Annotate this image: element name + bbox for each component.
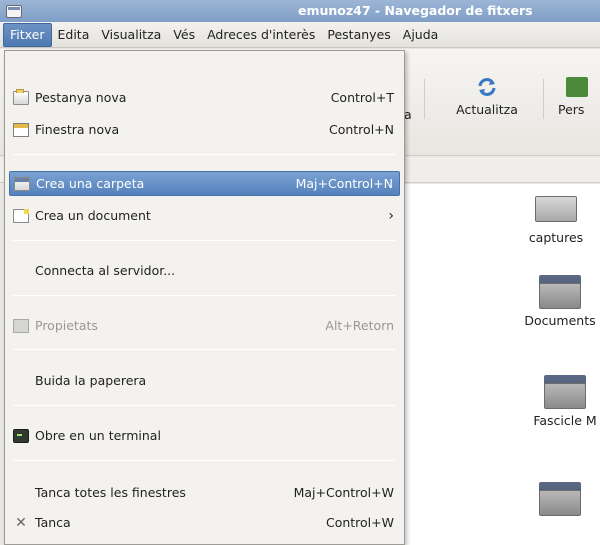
toolbar-partial-label: a — [404, 107, 412, 122]
menu-view[interactable]: Visualitza — [95, 22, 167, 48]
window-icon[interactable] — [6, 4, 22, 18]
document-icon — [13, 208, 29, 223]
terminal-icon — [13, 428, 29, 443]
reload-label: Actualitza — [456, 102, 518, 117]
menu-item-label: Buida la paperera — [35, 373, 147, 388]
properties-icon — [13, 318, 29, 333]
file-item-fascicle[interactable]: Fascicle M — [485, 375, 600, 428]
menu-item-label: Finestra nova — [35, 122, 120, 137]
menu-item-label: Crea una carpeta — [36, 176, 145, 191]
menu-item-connect-server[interactable]: Connecta al servidor... — [9, 258, 400, 283]
next-button[interactable]: Pers — [558, 77, 600, 117]
menu-item-accel: Maj+Control+N — [295, 176, 393, 191]
menu-item-new-window[interactable]: Finestra nova Control+N — [9, 117, 400, 142]
next-label: Pers — [558, 102, 585, 117]
file-label: Fascicle M — [533, 413, 597, 428]
menu-go[interactable]: Vés — [167, 22, 201, 48]
menu-separator — [13, 154, 396, 155]
menu-item-close-all[interactable]: Tanca totes les finestres Maj+Control+W — [9, 480, 400, 505]
menu-item-label: Propietats — [35, 318, 98, 333]
menu-item-new-tab[interactable]: Pestanya nova Control+T — [9, 85, 400, 110]
folder-icon — [535, 192, 577, 224]
new-tab-icon — [13, 88, 29, 105]
folder-icon — [539, 482, 581, 516]
menu-separator — [13, 349, 396, 350]
menu-help[interactable]: Ajuda — [397, 22, 445, 48]
toolbar-partial-button[interactable]: a — [404, 107, 412, 122]
menu-edit[interactable]: Edita — [52, 22, 96, 48]
close-icon: ✕ — [15, 514, 27, 531]
menu-item-label: Connecta al servidor... — [35, 263, 176, 278]
window-title: emunoz47 - Navegador de fitxers — [298, 3, 533, 18]
folder-icon — [14, 176, 30, 191]
menu-item-accel: Maj+Control+W — [293, 485, 394, 500]
reload-button[interactable]: Actualitza — [446, 77, 528, 117]
menu-bookmarks[interactable]: Adreces d'interès — [201, 22, 321, 48]
menu-item-create-folder[interactable]: Crea una carpeta Maj+Control+N — [9, 171, 400, 196]
menu-separator — [13, 405, 396, 406]
menu-item-open-terminal[interactable]: Obre en un terminal — [9, 423, 400, 448]
toolbar-separator — [543, 79, 544, 119]
folder-icon — [544, 375, 586, 409]
next-icon — [566, 77, 588, 97]
folder-icon — [539, 275, 581, 309]
file-label: Documents — [524, 313, 596, 328]
menu-separator — [13, 460, 396, 461]
file-item-captures[interactable]: captures — [476, 192, 600, 245]
menu-separator — [13, 240, 396, 241]
menu-tabs[interactable]: Pestanyes — [321, 22, 396, 48]
menu-item-label: Crea un document — [35, 208, 151, 223]
new-window-icon — [13, 122, 29, 137]
reload-icon — [476, 77, 498, 97]
menu-item-accel: Control+W — [325, 515, 394, 530]
menu-item-empty-trash[interactable]: Buida la paperera — [9, 368, 400, 393]
menu-separator — [13, 295, 396, 296]
menu-item-accel: Control+T — [330, 90, 394, 105]
toolbar-separator — [424, 79, 425, 119]
chevron-right-icon: › — [388, 207, 394, 224]
menu-item-create-document[interactable]: Crea un document › — [9, 203, 400, 228]
file-item-partial[interactable] — [480, 482, 600, 516]
menu-file[interactable]: Fitxer — [3, 22, 52, 47]
file-label: captures — [528, 230, 584, 245]
menu-item-close[interactable]: ✕ Tanca Control+W — [9, 510, 400, 535]
menu-item-label: Tanca totes les finestres — [35, 485, 186, 500]
file-menu-dropdown: Pestanya nova Control+T Finestra nova Co… — [4, 50, 405, 545]
menu-item-accel: Control+N — [328, 122, 394, 137]
menu-item-accel: Alt+Retorn — [325, 318, 394, 333]
menu-item-label: Obre en un terminal — [35, 428, 161, 443]
menu-item-label: Tanca — [35, 515, 71, 530]
menu-item-label: Pestanya nova — [35, 90, 127, 105]
menu-item-properties[interactable]: Propietats Alt+Retorn — [9, 313, 400, 338]
menubar: Fitxer Edita Visualitza Vés Adreces d'in… — [0, 22, 600, 48]
title-bar: emunoz47 - Navegador de fitxers — [0, 0, 600, 22]
file-item-documents[interactable]: Documents — [480, 275, 600, 328]
